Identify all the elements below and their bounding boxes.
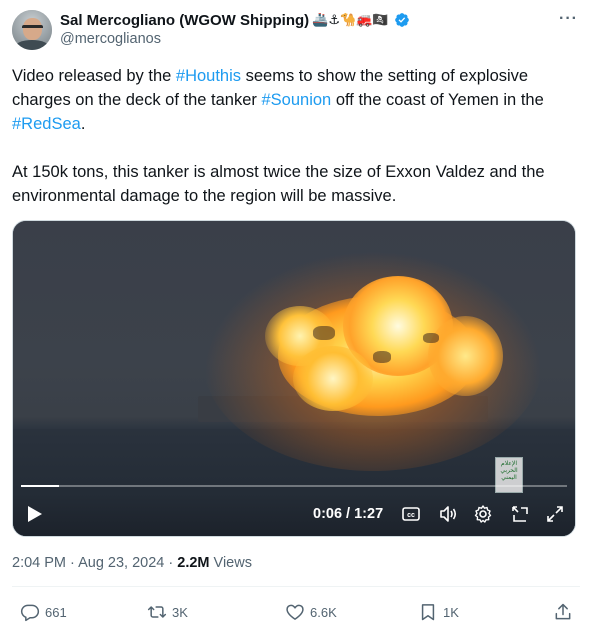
verified-badge-icon xyxy=(394,13,409,27)
tweet-meta: 2:04 PM · Aug 23, 2024 · 2.2M Views xyxy=(12,555,252,571)
settings-gear-icon[interactable] xyxy=(473,504,493,524)
play-icon[interactable] xyxy=(27,505,43,523)
fullscreen-icon[interactable] xyxy=(545,504,565,524)
smoke xyxy=(423,333,439,343)
video-time: 0:06 / 1:27 xyxy=(313,506,384,522)
repost-icon xyxy=(147,606,167,618)
channel-watermark-logo: الإعلام الحربي اليمني xyxy=(495,457,523,493)
tweet-paragraph-1: Video released by the #Houthis seems to … xyxy=(12,64,578,136)
smoke xyxy=(313,326,335,340)
picture-in-picture-icon[interactable] xyxy=(510,504,530,524)
repost-count: 3K xyxy=(172,604,188,620)
tweet-text: Video released by the #Houthis seems to … xyxy=(12,64,578,208)
volume-icon[interactable] xyxy=(438,504,458,524)
fireball xyxy=(428,316,503,396)
svg-text:cc: cc xyxy=(407,512,415,519)
like-button[interactable]: 6.6K xyxy=(285,602,337,622)
repost-button[interactable]: 3K xyxy=(147,602,188,622)
text-span: off the coast of Yemen in the xyxy=(331,91,544,109)
author-name[interactable]: Sal Mercogliano (WGOW Shipping) xyxy=(60,12,309,29)
share-button[interactable] xyxy=(553,602,573,622)
video-controls: 0:06 / 1:27 cc xyxy=(13,499,575,529)
bookmark-count: 1K xyxy=(443,604,459,620)
reply-icon xyxy=(20,604,40,622)
bookmark-icon xyxy=(421,604,435,621)
share-icon xyxy=(555,603,571,620)
tweet-paragraph-2: At 150k tons, this tanker is almost twic… xyxy=(12,163,545,205)
divider xyxy=(12,586,580,587)
text-span: . xyxy=(80,115,86,133)
hashtag-sounion[interactable]: #Sounion xyxy=(262,91,332,109)
hashtag-redsea[interactable]: #RedSea xyxy=(12,115,81,133)
bookmark-button[interactable]: 1K xyxy=(418,602,459,622)
video-progress-fill xyxy=(21,485,59,487)
author-name-row[interactable]: Sal Mercogliano (WGOW Shipping) 🚢⚓🐪🚒🏴‍☠️ xyxy=(60,10,410,30)
more-options-icon[interactable]: ··· xyxy=(559,10,578,28)
text-span: Video released by the xyxy=(12,67,176,85)
reply-button[interactable]: 661 xyxy=(20,602,67,622)
action-bar: 661 3K 6.6K 1K xyxy=(0,600,592,628)
author-emojis: 🚢⚓🐪🚒🏴‍☠️ xyxy=(312,12,389,28)
like-count: 6.6K xyxy=(310,604,337,620)
post-timestamp[interactable]: 2:04 PM · Aug 23, 2024 · xyxy=(12,555,177,571)
views-label: Views xyxy=(209,555,252,571)
heart-icon xyxy=(286,604,304,620)
smoke xyxy=(373,351,391,363)
avatar[interactable] xyxy=(12,10,52,50)
captions-icon[interactable]: cc xyxy=(402,507,420,521)
video-player[interactable]: الإعلام الحربي اليمني 0:06 / 1:27 cc xyxy=(12,220,576,537)
view-count: 2.2M xyxy=(177,555,210,571)
video-progress-bar[interactable] xyxy=(21,485,567,487)
hashtag-houthis[interactable]: #Houthis xyxy=(176,67,241,85)
tweet-header: Sal Mercogliano (WGOW Shipping) 🚢⚓🐪🚒🏴‍☠️… xyxy=(12,10,582,54)
author-handle[interactable]: @mercoglianos xyxy=(60,31,161,47)
reply-count: 661 xyxy=(45,604,67,620)
fireball xyxy=(293,346,373,411)
